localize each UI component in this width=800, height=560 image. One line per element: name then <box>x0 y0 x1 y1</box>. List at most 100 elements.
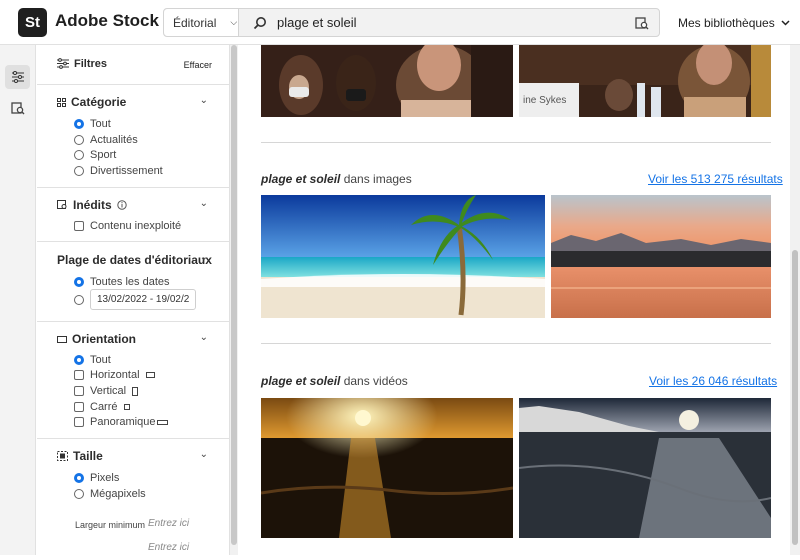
video-result-cliff-coast[interactable] <box>519 398 771 538</box>
search-query: plage et soleil <box>277 15 357 30</box>
size-section: Taille ⌄ Pixels Mégapixels Largeur minim… <box>37 439 229 555</box>
radio-button[interactable] <box>74 277 84 287</box>
name-placard-text: ine Sykes <box>523 95 567 106</box>
orientation-option-vertical[interactable]: Vertical <box>74 385 139 397</box>
filters-toggle-button[interactable] <box>5 65 30 89</box>
adobe-stock-logo[interactable]: St <box>18 8 47 37</box>
video-result-sea-sunset[interactable] <box>261 398 513 538</box>
category-header[interactable]: Catégorie <box>57 95 126 109</box>
date-range-input[interactable]: 13/02/2022 - 19/02/2 <box>90 289 197 310</box>
checkbox[interactable] <box>74 221 84 231</box>
orientation-option-horizontal[interactable]: Horizontal <box>74 369 155 381</box>
unused-content-checkbox[interactable]: Contenu inexploité <box>74 220 181 232</box>
images-suffix: dans images <box>340 172 412 186</box>
editorial-photo-1[interactable] <box>261 45 513 117</box>
scrollbar-track <box>230 45 238 555</box>
visual-search-button[interactable] <box>625 9 659 36</box>
left-rail <box>0 45 36 555</box>
image-result-palm-beach[interactable] <box>261 195 545 318</box>
checkbox[interactable] <box>74 417 84 427</box>
radio-button[interactable] <box>74 119 84 129</box>
category-option-actualites[interactable]: Actualités <box>74 134 138 146</box>
clear-filters-link[interactable]: Effacer <box>184 60 212 70</box>
chevron-down-icon[interactable]: ⌄ <box>200 198 208 209</box>
editorial-photo-2[interactable]: ine Sykes <box>519 45 771 117</box>
content-type-value: Éditorial <box>173 15 217 30</box>
radio-button[interactable] <box>74 489 84 499</box>
top-bar: St Adobe Stock Éditorial ⌵ plage et sole… <box>0 0 800 45</box>
content-type-dropdown[interactable]: Éditorial ⌵ <box>164 9 239 36</box>
chevron-down-icon[interactable]: ⌄ <box>200 252 208 263</box>
visual-search-icon <box>10 102 24 115</box>
image-result-lake-sunset[interactable] <box>551 195 771 318</box>
cliff-coast-video-thumbnail <box>519 398 771 538</box>
radio-button[interactable] <box>74 150 84 160</box>
checkbox[interactable] <box>74 386 84 396</box>
search-input[interactable]: plage et soleil <box>239 9 625 36</box>
sliders-icon <box>11 71 24 83</box>
brand-name[interactable]: Adobe Stock <box>55 11 159 31</box>
category-option-divertissement[interactable]: Divertissement <box>74 165 163 177</box>
editorial-photo-woman-sykes <box>519 45 771 117</box>
filters-title: Filtres <box>74 58 108 70</box>
size-option-megapixels[interactable]: Mégapixels <box>74 488 146 500</box>
radio-button[interactable] <box>74 135 84 145</box>
orientation-option-tout[interactable]: Tout <box>74 354 111 366</box>
category-option-tout[interactable]: Tout <box>74 118 111 130</box>
see-all-images-link[interactable]: Voir les 513 275 résultats <box>648 172 783 186</box>
orientation-icon <box>57 335 67 343</box>
category-section: Catégorie ⌄ Tout Actualités Sport Divert… <box>37 85 229 188</box>
orientation-title: Orientation <box>72 332 137 346</box>
radio-button[interactable] <box>74 166 84 176</box>
sliders-icon <box>57 58 69 69</box>
libraries-label: Mes bibliothèques <box>678 16 775 30</box>
filters-panel: Filtres Effacer Catégorie ⌄ Tout Actuali… <box>37 45 230 555</box>
page-scrollbar[interactable] <box>790 45 800 555</box>
info-icon[interactable] <box>116 200 127 210</box>
date-range-title[interactable]: Plage de dates d'éditoriaux <box>57 253 212 267</box>
section-divider <box>261 343 771 344</box>
size-icon <box>57 451 68 461</box>
chevron-down-icon[interactable]: ⌄ <box>200 95 208 106</box>
radio-button[interactable] <box>74 294 84 305</box>
search-bar: Éditorial ⌵ plage et soleil <box>163 8 660 37</box>
size-header[interactable]: Taille <box>57 449 103 463</box>
unused-content-icon <box>57 200 67 209</box>
orientation-section: Orientation ⌄ Tout Horizontal Vertical C… <box>37 322 229 439</box>
images-query: plage et soleil <box>261 172 341 186</box>
custom-date-option[interactable]: 13/02/2022 - 19/02/2 <box>74 289 197 310</box>
visual-search-icon <box>635 16 649 29</box>
unused-title: Inédits <box>73 198 112 212</box>
radio-button[interactable] <box>74 355 84 365</box>
libraries-menu[interactable]: Mes bibliothèques <box>678 16 790 30</box>
page-scrollbar-thumb[interactable] <box>792 250 798 545</box>
filters-header: Filtres Effacer <box>37 45 229 85</box>
results-area: ine Sykes plage et soleil dans images Vo… <box>238 45 790 555</box>
horizontal-icon <box>145 372 155 378</box>
checkbox[interactable] <box>74 370 84 380</box>
min-width-label: Largeur minimum <box>75 520 146 530</box>
all-dates-option[interactable]: Toutes les dates <box>74 276 170 288</box>
editorial-photo-woman-mask <box>261 45 513 117</box>
min-height-input[interactable]: Entrez ici <box>148 542 189 553</box>
category-option-sport[interactable]: Sport <box>74 149 116 161</box>
min-width-input[interactable]: Entrez ici <box>148 518 189 529</box>
orientation-option-panoramique[interactable]: Panoramique <box>74 416 169 428</box>
orientation-header[interactable]: Orientation <box>57 332 136 346</box>
orientation-option-carre[interactable]: Carré <box>74 401 130 413</box>
visual-search-rail-button[interactable] <box>5 96 30 120</box>
sea-sunset-video-thumbnail <box>261 398 513 538</box>
videos-query: plage et soleil <box>261 374 341 388</box>
images-section-heading: plage et soleil dans images <box>261 172 412 186</box>
vertical-icon <box>132 386 139 396</box>
size-option-pixels[interactable]: Pixels <box>74 472 119 484</box>
checkbox[interactable] <box>74 402 84 412</box>
filters-scrollbar[interactable] <box>230 45 238 555</box>
unused-header[interactable]: Inédits <box>57 198 127 212</box>
radio-button[interactable] <box>74 473 84 483</box>
category-title: Catégorie <box>71 95 127 109</box>
lake-sunset-image <box>551 195 771 318</box>
chevron-down-icon[interactable]: ⌄ <box>200 449 208 460</box>
see-all-videos-link[interactable]: Voir les 26 046 résultats <box>649 374 777 388</box>
chevron-down-icon[interactable]: ⌄ <box>200 332 208 343</box>
